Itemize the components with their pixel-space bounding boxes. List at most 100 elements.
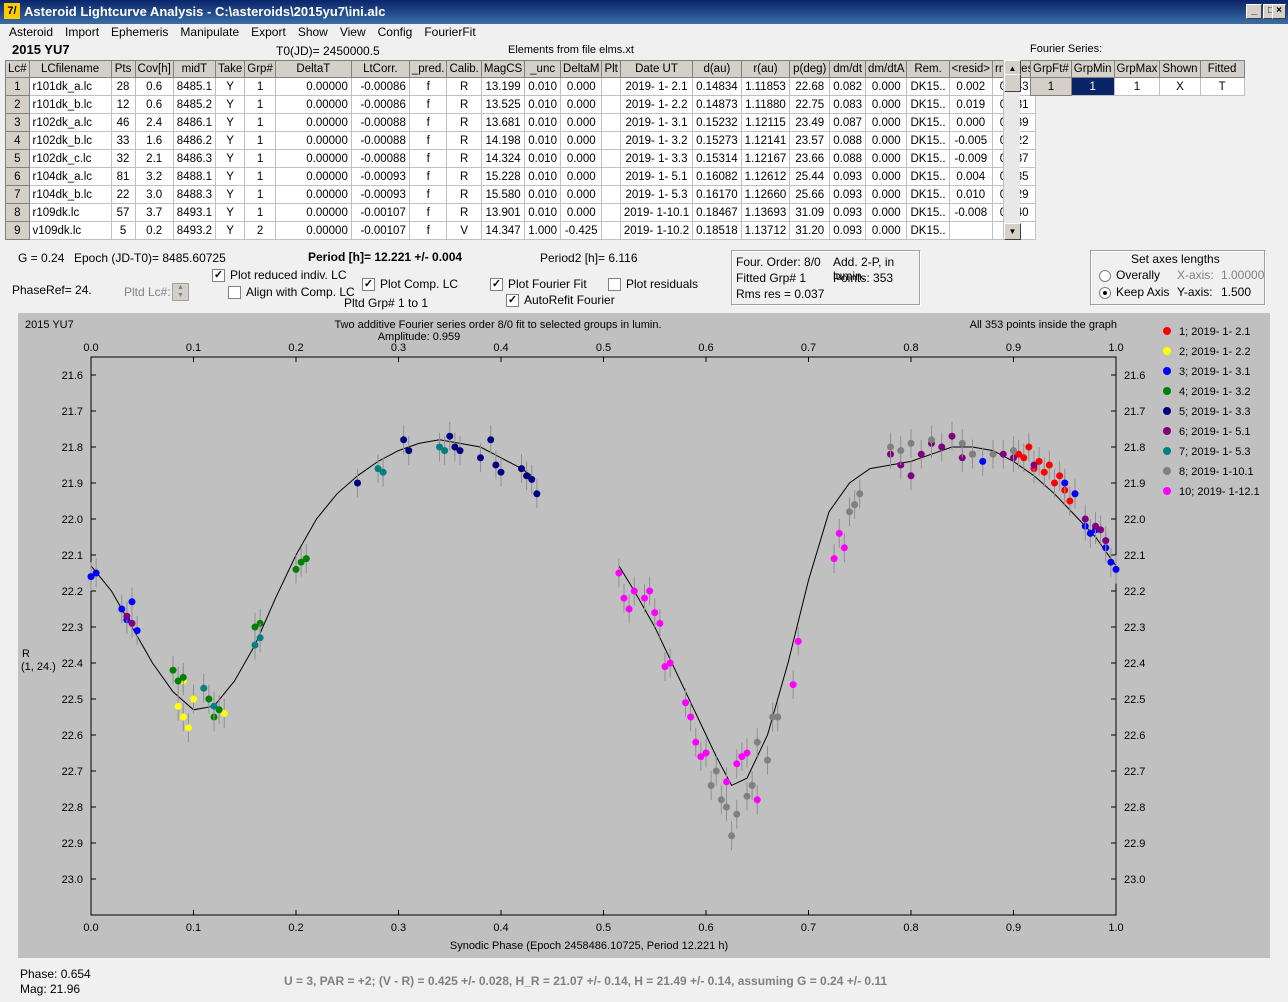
- table-cell[interactable]: 0.010: [524, 149, 562, 168]
- lc-col-7[interactable]: DeltaT: [274, 60, 352, 78]
- table-cell[interactable]: 0.000: [865, 185, 908, 204]
- table-cell[interactable]: 0.093: [829, 167, 867, 186]
- table-cell[interactable]: DK15..: [906, 149, 950, 168]
- table-cell[interactable]: 0.010: [524, 185, 562, 204]
- table-cell[interactable]: 2019- 1- 2.2: [619, 95, 694, 114]
- table-cell[interactable]: 0.093: [829, 221, 867, 240]
- table-cell[interactable]: -0.00088: [350, 131, 410, 150]
- table-cell[interactable]: 13.681: [480, 113, 526, 132]
- table-cell[interactable]: f: [408, 113, 448, 132]
- table-cell[interactable]: [601, 95, 621, 114]
- lc-col-19[interactable]: dm/dt: [829, 60, 867, 78]
- table-cell[interactable]: Y: [214, 149, 246, 168]
- table-cell[interactable]: 1.12660: [740, 185, 791, 204]
- table-cell[interactable]: 15.580: [480, 185, 526, 204]
- table-cell[interactable]: 2.4: [134, 113, 174, 132]
- table-cell[interactable]: DK15..: [906, 221, 950, 240]
- table-cell[interactable]: -0.00107: [350, 221, 410, 240]
- table-cell[interactable]: 25.44: [789, 167, 831, 186]
- table-cell[interactable]: 33: [110, 131, 136, 150]
- table-cell[interactable]: 3.0: [134, 185, 174, 204]
- table-cell[interactable]: 0.000: [865, 203, 908, 222]
- table-cell[interactable]: 0.082: [829, 77, 867, 96]
- table-row[interactable]: 7 r104dk_b.lc 22 3.0 8488.3 Y 1 0.00000 -0.00093…: [5, 185, 1037, 204]
- table-cell[interactable]: -0.00086: [350, 77, 410, 96]
- table-cell[interactable]: f: [408, 221, 448, 240]
- table-cell[interactable]: [601, 113, 621, 132]
- table-cell[interactable]: R: [446, 131, 482, 150]
- table-cell[interactable]: -0.008: [948, 203, 994, 222]
- plot-comp-checkbox[interactable]: ✓ Plot Comp. LC: [362, 277, 458, 292]
- fourier-col-shown[interactable]: Shown: [1159, 60, 1201, 78]
- table-cell[interactable]: 13.199: [480, 77, 526, 96]
- table-cell[interactable]: 8488.1: [172, 167, 216, 186]
- fourier-col-grpft[interactable]: GrpFt#: [1030, 60, 1072, 78]
- scroll-down-arrow-icon[interactable]: ▼: [1004, 223, 1021, 240]
- table-cell[interactable]: 0.6: [134, 77, 174, 96]
- lc-col-5[interactable]: Take: [214, 60, 246, 78]
- table-cell[interactable]: -0.009: [948, 149, 994, 168]
- table-cell[interactable]: 2019- 1-10.2: [619, 221, 694, 240]
- table-cell[interactable]: 0.15232: [692, 113, 742, 132]
- table-cell[interactable]: 0.004: [948, 167, 994, 186]
- table-cell[interactable]: Y: [214, 95, 246, 114]
- table-cell[interactable]: 0.010: [524, 203, 562, 222]
- table-cell[interactable]: 22.68: [789, 77, 831, 96]
- table-cell[interactable]: DK15..: [906, 185, 950, 204]
- lc-col-11[interactable]: MagCS: [480, 60, 526, 78]
- table-cell[interactable]: 0.000: [948, 113, 994, 132]
- lightcurve-plot[interactable]: 2015 YU7 Two additive Fourier series orde…: [18, 313, 1270, 958]
- table-cell[interactable]: r101dk_b.lc: [28, 95, 112, 114]
- table-cell[interactable]: 1.11853: [740, 77, 791, 96]
- fourier-col-grpmin[interactable]: GrpMin: [1070, 60, 1115, 78]
- table-cell[interactable]: 1: [244, 95, 276, 114]
- table-cell[interactable]: 0.000: [560, 131, 603, 150]
- table-row[interactable]: 1 r101dk_a.lc 28 0.6 8485.1 Y 1 0.00000 -0.00086…: [5, 77, 1037, 96]
- table-cell[interactable]: R: [446, 167, 482, 186]
- lc-col-6[interactable]: Grp#: [244, 60, 276, 78]
- table-cell[interactable]: 0.000: [560, 149, 603, 168]
- table-cell[interactable]: 5: [110, 221, 136, 240]
- minimize-button[interactable]: _: [1246, 4, 1262, 19]
- table-cell[interactable]: 5: [5, 149, 30, 168]
- table-cell[interactable]: DK15..: [906, 95, 950, 114]
- lc-col-3[interactable]: Cov[h]: [134, 60, 174, 78]
- table-cell[interactable]: DK15..: [906, 113, 950, 132]
- table-cell[interactable]: 25.66: [789, 185, 831, 204]
- menu-show[interactable]: Show: [292, 24, 334, 39]
- scroll-thumb[interactable]: [1004, 74, 1021, 92]
- menu-view[interactable]: View: [334, 24, 372, 39]
- table-cell[interactable]: R: [446, 95, 482, 114]
- table-cell[interactable]: 8485.2: [172, 95, 216, 114]
- table-cell[interactable]: 0.000: [865, 77, 908, 96]
- table-cell[interactable]: 0.00000: [274, 203, 352, 222]
- table-cell[interactable]: 14.198: [480, 131, 526, 150]
- lc-col-14[interactable]: Plt: [601, 60, 621, 78]
- table-cell[interactable]: 0.00000: [274, 113, 352, 132]
- table-cell[interactable]: 0.000: [560, 77, 603, 96]
- table-row[interactable]: 8 r109dk.lc 57 3.7 8493.1 Y 1 0.00000 -0.00107 f R…: [5, 203, 1037, 222]
- lc-col-16[interactable]: d(au): [692, 60, 742, 78]
- table-cell[interactable]: 0.000: [865, 221, 908, 240]
- overally-radio[interactable]: Overally: [1099, 268, 1160, 282]
- table-cell[interactable]: r102dk_c.lc: [28, 149, 112, 168]
- table-cell[interactable]: 0.000: [560, 167, 603, 186]
- table-cell[interactable]: 3.7: [134, 203, 174, 222]
- y-axis-value[interactable]: 1.500: [1221, 285, 1251, 299]
- table-cell[interactable]: 23.57: [789, 131, 831, 150]
- table-cell[interactable]: 2019- 1- 2.1: [619, 77, 694, 96]
- menu-ephemeris[interactable]: Ephemeris: [105, 24, 174, 39]
- menu-export[interactable]: Export: [245, 24, 292, 39]
- pltd-lc-spinner[interactable]: ▲ ▼: [172, 283, 189, 301]
- table-cell[interactable]: f: [408, 77, 448, 96]
- table-cell[interactable]: 8485.1: [172, 77, 216, 96]
- table-cell[interactable]: 0.010: [524, 167, 562, 186]
- plot-residuals-checkbox[interactable]: Plot residuals: [608, 277, 698, 292]
- fourier-col-grpmax[interactable]: GrpMax: [1113, 60, 1161, 78]
- table-cell[interactable]: 2019- 1- 5.3: [619, 185, 694, 204]
- menu-import[interactable]: Import: [59, 24, 105, 39]
- table-cell[interactable]: 1: [244, 149, 276, 168]
- table-cell[interactable]: DK15..: [906, 77, 950, 96]
- table-cell[interactable]: 3.2: [134, 167, 174, 186]
- table-cell[interactable]: -0.00086: [350, 95, 410, 114]
